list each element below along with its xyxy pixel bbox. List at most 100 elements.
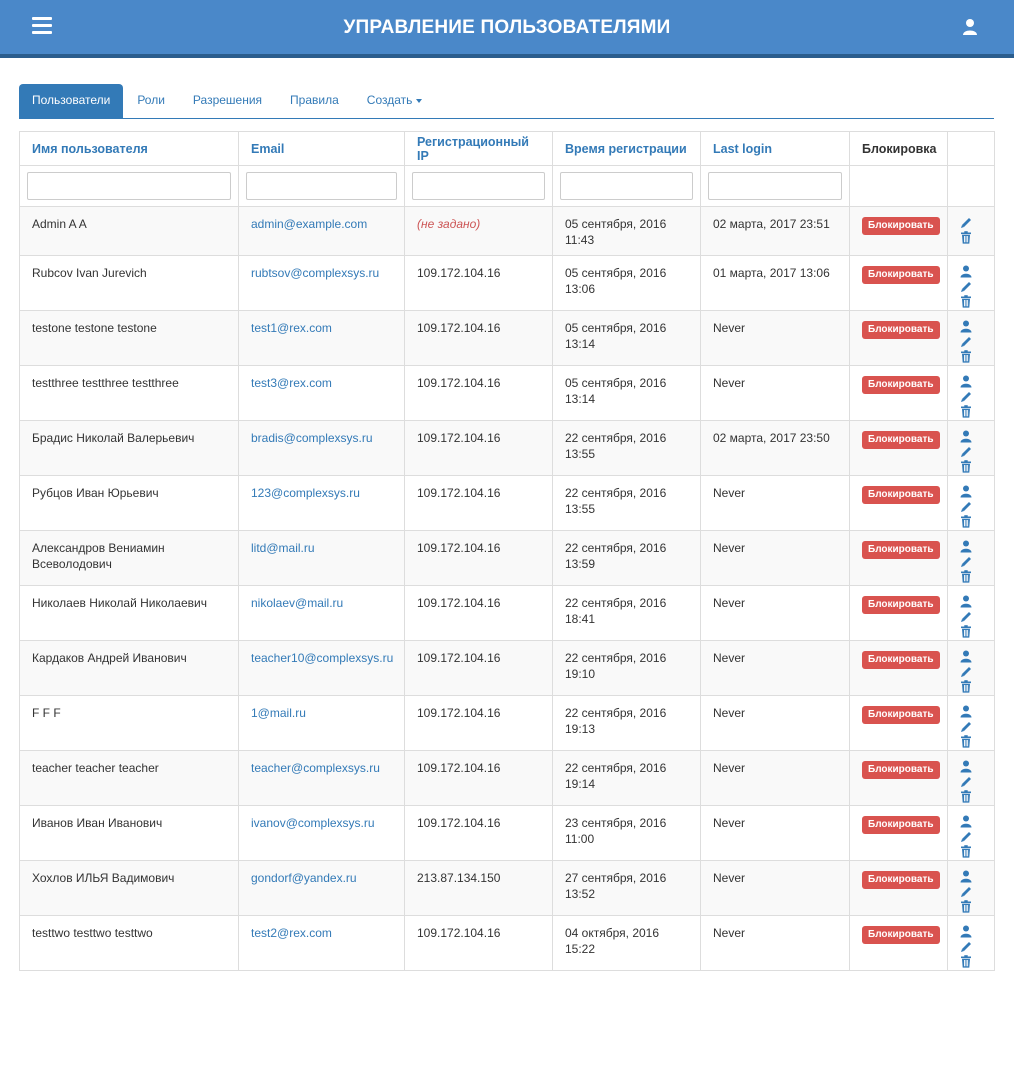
last-login: 01 марта, 2017 13:06 — [713, 266, 830, 280]
cell-registration-time: 22 сентября, 2016 19:13 — [552, 695, 701, 751]
view-user-icon[interactable] — [960, 485, 974, 499]
edit-pencil-icon[interactable] — [960, 445, 974, 459]
view-user-icon[interactable] — [960, 925, 974, 939]
email-link[interactable]: ivanov@complexsys.ru — [251, 816, 375, 830]
delete-trash-icon[interactable] — [960, 515, 974, 529]
edit-pencil-icon[interactable] — [960, 216, 974, 230]
email-link[interactable]: 1@mail.ru — [251, 706, 306, 720]
column-header-email[interactable]: Email — [238, 131, 405, 166]
tab-roles[interactable]: Роли — [123, 84, 179, 118]
cell-registration-time: 05 сентября, 2016 13:14 — [552, 310, 701, 366]
column-header-registration-time[interactable]: Время регистрации — [552, 131, 701, 166]
email-link[interactable]: teacher10@complexsys.ru — [251, 651, 393, 665]
filter-cell — [238, 165, 405, 207]
edit-pencil-icon[interactable] — [960, 775, 974, 789]
delete-trash-icon[interactable] — [960, 405, 974, 419]
email-link[interactable]: litd@mail.ru — [251, 541, 315, 555]
cell-email: test1@rex.com — [238, 310, 405, 366]
tab-users[interactable]: Пользователи — [19, 84, 124, 118]
tab-permissions[interactable]: Разрешения — [179, 84, 276, 118]
delete-trash-icon[interactable] — [960, 570, 974, 584]
block-button[interactable]: Блокировать — [862, 926, 940, 944]
view-user-icon[interactable] — [960, 265, 974, 279]
registration-date: 22 сентября, 2016 — [565, 761, 667, 775]
delete-trash-icon[interactable] — [960, 460, 974, 474]
edit-pencil-icon[interactable] — [960, 280, 974, 294]
block-button[interactable]: Блокировать — [862, 217, 940, 235]
delete-trash-icon[interactable] — [960, 900, 974, 914]
filter-registration-input[interactable] — [560, 172, 693, 200]
email-link[interactable]: test3@rex.com — [251, 376, 332, 390]
view-user-icon[interactable] — [960, 430, 974, 444]
block-button[interactable]: Блокировать — [862, 321, 940, 339]
user-icon[interactable] — [962, 18, 978, 36]
username: Брадис Николай Валерьевич — [32, 431, 195, 445]
block-button[interactable]: Блокировать — [862, 816, 940, 834]
cell-last-login: 01 марта, 2017 13:06 — [700, 255, 850, 311]
edit-pencil-icon[interactable] — [960, 830, 974, 844]
edit-pencil-icon[interactable] — [960, 720, 974, 734]
tab-rules[interactable]: Правила — [276, 84, 353, 118]
view-user-icon[interactable] — [960, 870, 974, 884]
edit-pencil-icon[interactable] — [960, 665, 974, 679]
view-user-icon[interactable] — [960, 320, 974, 334]
registration-time: 11:43 — [565, 233, 595, 247]
cell-registration-ip: 213.87.134.150 — [404, 860, 553, 916]
block-button[interactable]: Блокировать — [862, 541, 940, 559]
email-link[interactable]: test1@rex.com — [251, 321, 332, 335]
column-header-registration-ip[interactable]: Регистрационный IP — [404, 131, 553, 166]
view-user-icon[interactable] — [960, 540, 974, 554]
tab-create-label: Создать — [366, 93, 413, 107]
column-header-last-login[interactable]: Last login — [700, 131, 850, 166]
block-button[interactable]: Блокировать — [862, 651, 940, 669]
column-header-username[interactable]: Имя пользователя — [19, 131, 239, 166]
email-link[interactable]: nikolaev@mail.ru — [251, 596, 343, 610]
cell-last-login: Never — [700, 695, 850, 751]
cell-username: testone testone testone — [19, 310, 239, 366]
edit-pencil-icon[interactable] — [960, 555, 974, 569]
filter-email-input[interactable] — [246, 172, 397, 200]
view-user-icon[interactable] — [960, 650, 974, 664]
block-button[interactable]: Блокировать — [862, 761, 940, 779]
view-user-icon[interactable] — [960, 375, 974, 389]
block-button[interactable]: Блокировать — [862, 706, 940, 724]
email-link[interactable]: 123@complexsys.ru — [251, 486, 360, 500]
email-link[interactable]: admin@example.com — [251, 217, 367, 231]
block-button[interactable]: Блокировать — [862, 431, 940, 449]
filter-ip-input[interactable] — [412, 172, 545, 200]
delete-trash-icon[interactable] — [960, 790, 974, 804]
edit-pencil-icon[interactable] — [960, 390, 974, 404]
block-button[interactable]: Блокировать — [862, 871, 940, 889]
view-user-icon[interactable] — [960, 705, 974, 719]
email-link[interactable]: gondorf@yandex.ru — [251, 871, 357, 885]
edit-pencil-icon[interactable] — [960, 500, 974, 514]
delete-trash-icon[interactable] — [960, 680, 974, 694]
filter-username-input[interactable] — [27, 172, 231, 200]
edit-pencil-icon[interactable] — [960, 610, 974, 624]
delete-trash-icon[interactable] — [960, 625, 974, 639]
block-button[interactable]: Блокировать — [862, 486, 940, 504]
edit-pencil-icon[interactable] — [960, 885, 974, 899]
view-user-icon[interactable] — [960, 760, 974, 774]
delete-trash-icon[interactable] — [960, 231, 974, 245]
view-user-icon[interactable] — [960, 815, 974, 829]
delete-trash-icon[interactable] — [960, 350, 974, 364]
email-link[interactable]: test2@rex.com — [251, 926, 332, 940]
email-link[interactable]: bradis@complexsys.ru — [251, 431, 373, 445]
delete-trash-icon[interactable] — [960, 845, 974, 859]
email-link[interactable]: teacher@complexsys.ru — [251, 761, 380, 775]
email-link[interactable]: rubtsov@complexsys.ru — [251, 266, 379, 280]
filter-last-login-input[interactable] — [708, 172, 842, 200]
block-button[interactable]: Блокировать — [862, 266, 940, 284]
registration-ip: 109.172.104.16 — [417, 926, 501, 940]
tab-create-dropdown[interactable]: Создать — [353, 84, 437, 118]
edit-pencil-icon[interactable] — [960, 335, 974, 349]
edit-pencil-icon[interactable] — [960, 940, 974, 954]
delete-trash-icon[interactable] — [960, 295, 974, 309]
view-user-icon[interactable] — [960, 595, 974, 609]
delete-trash-icon[interactable] — [960, 735, 974, 749]
block-button[interactable]: Блокировать — [862, 596, 940, 614]
registration-date: 22 сентября, 2016 — [565, 431, 667, 445]
delete-trash-icon[interactable] — [960, 955, 974, 969]
block-button[interactable]: Блокировать — [862, 376, 940, 394]
